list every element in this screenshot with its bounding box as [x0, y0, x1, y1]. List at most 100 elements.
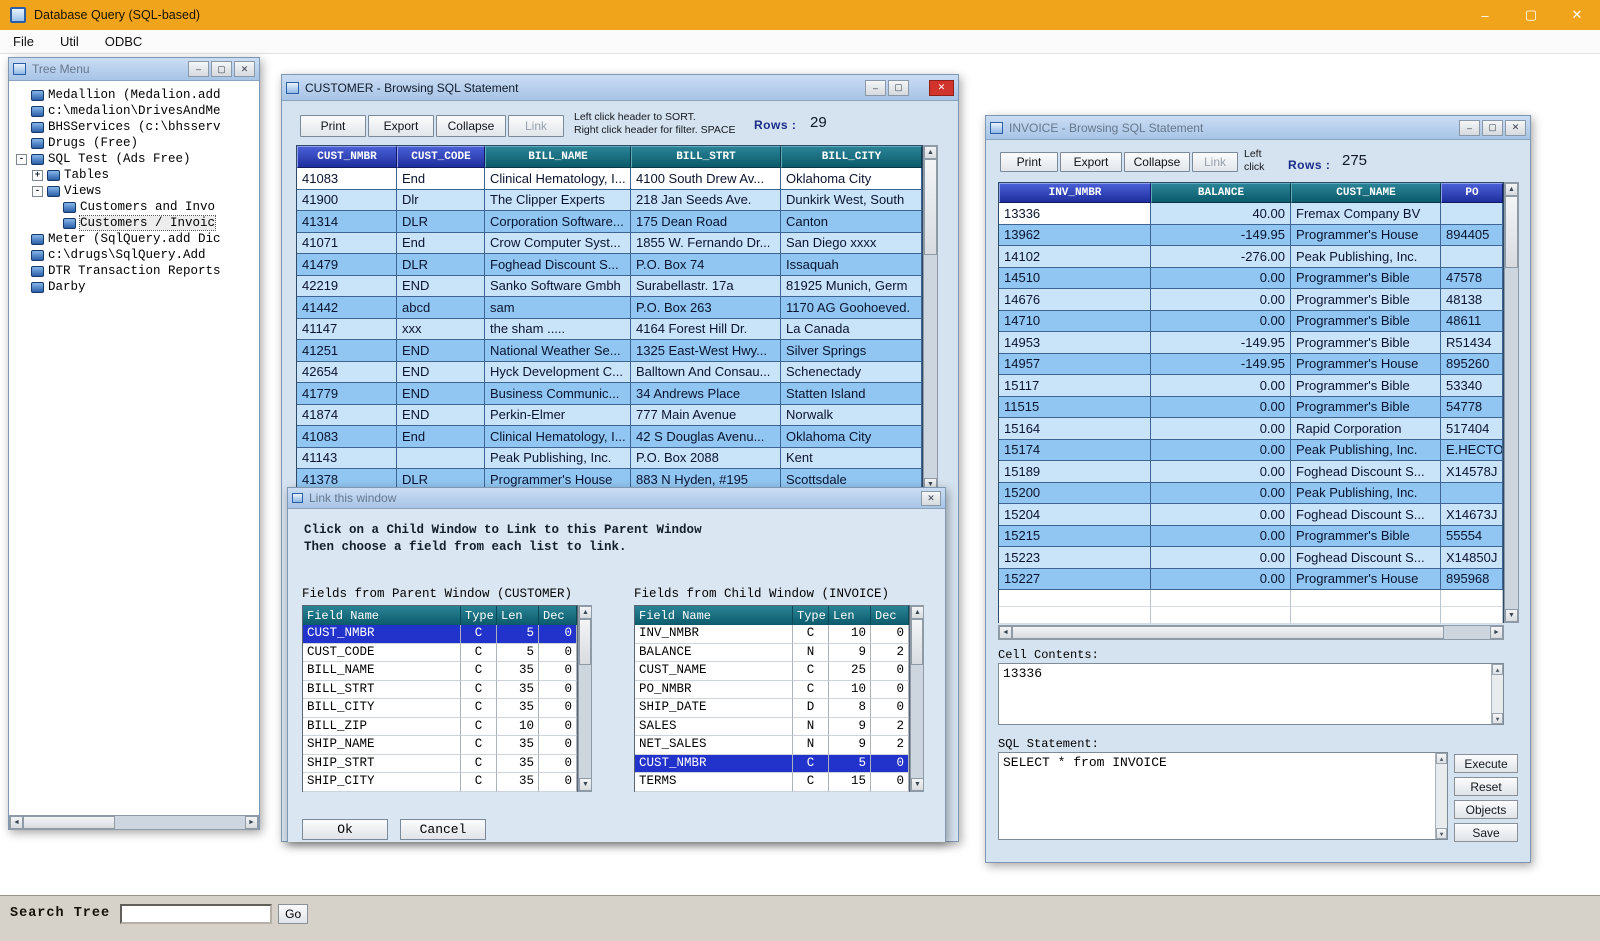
tree-item[interactable]: Customers / Invoic — [11, 215, 257, 231]
field-len[interactable]: 35 — [497, 736, 539, 755]
invoice-vertical-scrollbar[interactable]: ▲ ▼ — [1504, 182, 1519, 623]
field-dec[interactable]: 2 — [871, 718, 909, 737]
cancel-button[interactable]: Cancel — [400, 819, 486, 840]
cell-bill-name[interactable]: Sanko Software Gmbh — [485, 276, 631, 298]
cell-bill-name[interactable]: sam — [485, 297, 631, 319]
customer-vertical-scrollbar[interactable]: ▲ ▼ — [923, 145, 938, 492]
table-row[interactable]: 14676 0.00 Programmer's Bible 48138 — [999, 289, 1503, 311]
scroll-up-icon[interactable]: ▲ — [1505, 183, 1518, 196]
field-type[interactable]: C — [793, 625, 829, 644]
field-type[interactable]: N — [793, 644, 829, 663]
cell-bill-strt[interactable]: P.O. Box 74 — [631, 254, 781, 276]
cell-cust-nmbr[interactable]: 41479 — [297, 254, 397, 276]
cell-balance[interactable]: 0.00 — [1151, 440, 1291, 462]
cell-inv-nmbr[interactable]: 14102 — [999, 246, 1151, 268]
field-row[interactable]: BILL_CITY C 35 0 — [303, 699, 577, 718]
table-row[interactable]: 41314 DLR Corporation Software... 175 De… — [297, 211, 922, 233]
cell-inv-nmbr[interactable]: 14957 — [999, 354, 1151, 376]
table-row[interactable]: 15189 0.00 Foghead Discount S... X14578J — [999, 461, 1503, 483]
cell-balance[interactable]: 0.00 — [1151, 418, 1291, 440]
field-type[interactable]: C — [793, 773, 829, 792]
ok-button[interactable]: Ok — [302, 819, 388, 840]
cell-cust-name[interactable]: Programmer's Bible — [1291, 311, 1441, 333]
scroll-down-icon[interactable]: ▼ — [1492, 713, 1503, 724]
sql-action-button[interactable]: Save — [1454, 823, 1518, 842]
field-len[interactable]: 10 — [829, 681, 871, 700]
field-type[interactable]: C — [461, 625, 497, 644]
field-len[interactable]: 25 — [829, 662, 871, 681]
table-row[interactable]: 42654 END Hyck Development C... Balltown… — [297, 362, 922, 384]
cell-bill-strt[interactable]: 4164 Forest Hill Dr. — [631, 319, 781, 341]
field-type[interactable]: C — [461, 773, 497, 792]
cell-bill-strt[interactable]: Surabellastr. 17a — [631, 276, 781, 298]
table-row[interactable]: 41900 Dlr The Clipper Experts 218 Jan Se… — [297, 190, 922, 212]
cell-balance[interactable]: 0.00 — [1151, 569, 1291, 591]
table-row[interactable]: 15204 0.00 Foghead Discount S... X14673J — [999, 504, 1503, 526]
cell-cust-code[interactable]: End — [397, 233, 485, 255]
field-type[interactable]: C — [461, 755, 497, 774]
close-icon[interactable]: ✕ — [1505, 120, 1526, 136]
scroll-right-icon[interactable]: ► — [1490, 626, 1503, 639]
maximize-icon[interactable]: ▢ — [888, 80, 909, 96]
cell-inv-nmbr[interactable]: 15117 — [999, 375, 1151, 397]
scroll-up-icon[interactable]: ▲ — [1492, 664, 1503, 675]
cell-cust-name[interactable]: Programmer's House — [1291, 225, 1441, 247]
cell-bill-city[interactable]: Statten Island — [781, 383, 922, 405]
cell-balance[interactable]: 0.00 — [1151, 461, 1291, 483]
table-row[interactable]: 15117 0.00 Programmer's Bible 53340 — [999, 375, 1503, 397]
cell-po-nmbr[interactable]: R51434 — [1441, 332, 1503, 354]
field-type[interactable]: C — [461, 718, 497, 737]
cell-bill-city[interactable]: 1170 AG Goohoeved. — [781, 297, 922, 319]
cell-bill-city[interactable]: La Canada — [781, 319, 922, 341]
cell-inv-nmbr[interactable]: 15227 — [999, 569, 1151, 591]
table-row[interactable]: 13962 -149.95 Programmer's House 894405 — [999, 225, 1503, 247]
cell-cust-name[interactable]: Rapid Corporation — [1291, 418, 1441, 440]
table-row[interactable]: 15174 0.00 Peak Publishing, Inc. E.HECTO — [999, 440, 1503, 462]
field-row[interactable]: BALANCE N 9 2 — [635, 644, 909, 663]
field-dec[interactable]: 2 — [871, 644, 909, 663]
table-row[interactable]: 14953 -149.95 Programmer's Bible R51434 — [999, 332, 1503, 354]
field-row[interactable]: BILL_NAME C 35 0 — [303, 662, 577, 681]
field-name[interactable]: BILL_STRT — [303, 681, 461, 700]
field-name[interactable]: SHIP_STRT — [303, 755, 461, 774]
cell-balance[interactable]: 0.00 — [1151, 504, 1291, 526]
field-name[interactable]: BILL_CITY — [303, 699, 461, 718]
table-row[interactable]: 41251 END National Weather Se... 1325 Ea… — [297, 340, 922, 362]
column-header-cust-nmbr[interactable]: CUST_NMBR — [297, 146, 397, 168]
cell-bill-strt[interactable]: P.O. Box 2088 — [631, 448, 781, 470]
field-name[interactable]: CUST_CODE — [303, 644, 461, 663]
cell-bill-city[interactable]: 81925 Munich, Germ — [781, 276, 922, 298]
cell-po-nmbr[interactable]: 517404 — [1441, 418, 1503, 440]
cell-balance[interactable]: 0.00 — [1151, 268, 1291, 290]
cell-balance[interactable]: -149.95 — [1151, 332, 1291, 354]
scrollbar-thumb[interactable] — [579, 619, 591, 665]
cell-bill-city[interactable]: Silver Springs — [781, 340, 922, 362]
field-row[interactable]: INV_NMBR C 10 0 — [635, 625, 909, 644]
cell-bill-name[interactable]: Clinical Hematology, I... — [485, 426, 631, 448]
column-header-inv-nmbr[interactable]: INV_NMBR — [999, 183, 1151, 203]
field-name[interactable]: PO_NMBR — [635, 681, 793, 700]
field-name[interactable]: BILL_NAME — [303, 662, 461, 681]
cell-cust-code[interactable]: END — [397, 383, 485, 405]
table-row[interactable]: 14957 -149.95 Programmer's House 895260 — [999, 354, 1503, 376]
field-dec[interactable]: 0 — [871, 699, 909, 718]
cell-cust-code[interactable]: END — [397, 405, 485, 427]
field-row[interactable]: CUST_NAME C 25 0 — [635, 662, 909, 681]
collapse-button[interactable]: Collapse — [1124, 152, 1190, 172]
cell-bill-city[interactable]: Canton — [781, 211, 922, 233]
cell-cust-name[interactable]: Programmer's Bible — [1291, 332, 1441, 354]
field-name[interactable]: SHIP_NAME — [303, 736, 461, 755]
cell-bill-strt[interactable]: 1855 W. Fernando Dr... — [631, 233, 781, 255]
close-icon[interactable]: ✕ — [234, 61, 255, 77]
field-len[interactable]: 35 — [497, 773, 539, 792]
field-dec[interactable]: 0 — [871, 755, 909, 774]
cell-cust-nmbr[interactable]: 42654 — [297, 362, 397, 384]
field-len[interactable]: 5 — [829, 755, 871, 774]
field-row[interactable]: SHIP_NAME C 35 0 — [303, 736, 577, 755]
menu-item[interactable]: File — [0, 30, 47, 54]
field-dec[interactable]: 2 — [871, 736, 909, 755]
field-dec[interactable]: 0 — [539, 718, 577, 737]
cell-cust-name[interactable]: Programmer's Bible — [1291, 526, 1441, 548]
menu-item[interactable]: Util — [47, 30, 92, 54]
column-header-po-nmbr[interactable]: PO — [1441, 183, 1503, 203]
